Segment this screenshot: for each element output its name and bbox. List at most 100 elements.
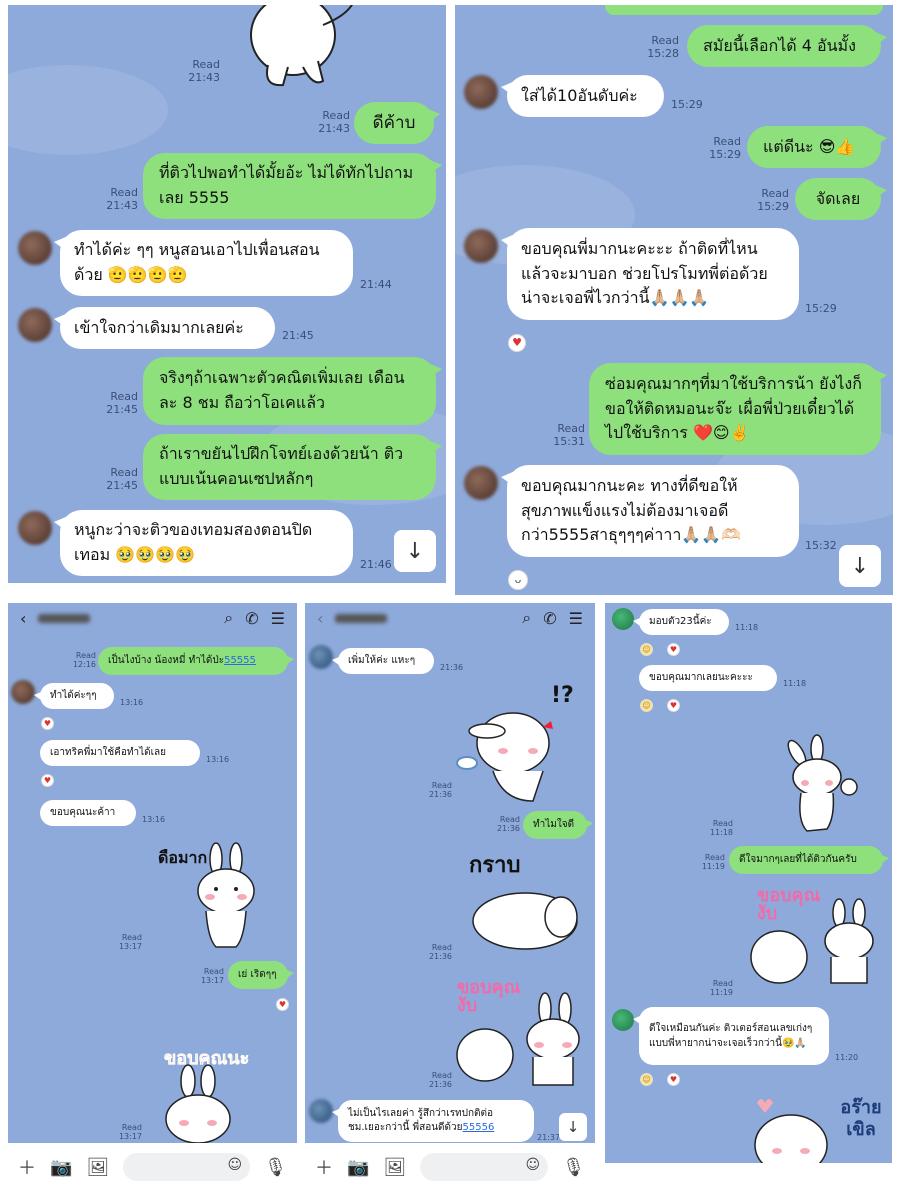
message-bubble-sent[interactable]: จริงๆถ้าเฉพาะตัวคณิตเพิ่มเลย เดือนละ 8 ช…	[143, 357, 442, 425]
camera-icon[interactable]: 📷	[347, 1157, 369, 1178]
reaction-love-icon[interactable]: ♥	[41, 774, 54, 787]
read-receipt: Read 13:17	[118, 1123, 142, 1142]
contact-avatar[interactable]	[612, 1009, 634, 1031]
read-receipt: Read 21:36	[428, 781, 452, 800]
message-link[interactable]: 55556	[463, 1122, 495, 1133]
bunny-sticker[interactable]	[777, 731, 863, 835]
reaction-love-icon[interactable]: ♥	[667, 699, 680, 712]
message-bubble-received[interactable]: ขอบคุณนะค้าา	[40, 800, 136, 826]
search-icon[interactable]: ⌕	[224, 608, 233, 628]
chat-header: ‹ ⌕ ✆ ☰	[305, 603, 595, 633]
plus-icon[interactable]: ＋	[18, 1154, 36, 1180]
microphone-icon[interactable]: 🎙	[562, 1157, 585, 1178]
contact-avatar[interactable]	[464, 75, 498, 109]
message-bubble-sent[interactable]: ทำไมใจดี	[523, 811, 593, 839]
bunny-sticker[interactable]	[745, 895, 879, 987]
message-input[interactable]: ☺	[123, 1153, 251, 1181]
read-receipt: Read 15:29	[757, 187, 789, 213]
arrow-down-icon: ↓	[850, 553, 870, 579]
message-bubble-received[interactable]: เอาทริคพี่มาใช้คือทำได้เลย	[40, 740, 200, 766]
message-bubble-sent[interactable]: แต่ดีนะ 😎👍	[747, 126, 887, 168]
scroll-down-button[interactable]: ↓	[559, 1113, 587, 1141]
microphone-icon[interactable]: 🎙	[264, 1157, 287, 1178]
chat-screenshot-1: Read 21:43 Read 21:43 ดีค้าบ Read 21:43 ที่…	[8, 5, 446, 583]
message-bubble-sent[interactable]: เย่ เริดๆๆ	[228, 961, 294, 989]
message-bubble-received[interactable]: ทำได้ค่ะๆๆ	[34, 683, 114, 709]
search-icon[interactable]: ⌕	[522, 608, 531, 628]
bunny-sticker[interactable]	[158, 1063, 248, 1143]
message-bubble-received[interactable]: ไม่เป็นไรเลยค่า รู้สึกว่าเรทปกติต่อชม.เย…	[332, 1100, 534, 1142]
reaction-love-icon[interactable]: ♥	[667, 1073, 680, 1086]
contact-avatar[interactable]	[309, 645, 333, 669]
reaction-love-icon[interactable]: ♥	[41, 717, 54, 730]
message-bubble-received[interactable]: ขอบคุณพี่มากนะคะะะ ถ้าติดที่ไหนแล้วจะมาบ…	[501, 228, 799, 320]
bunny-sticker[interactable]	[745, 1095, 835, 1163]
reaction-love-icon[interactable]: ♥	[508, 334, 526, 352]
message-bubble-sent[interactable]: จัดเลย	[795, 178, 887, 220]
contact-avatar[interactable]	[464, 229, 498, 263]
contact-avatar[interactable]	[11, 680, 35, 704]
contact-avatar[interactable]	[18, 511, 52, 545]
message-input[interactable]: ☺	[420, 1153, 549, 1181]
message-bubble-received[interactable]: ขอบคุณมากนะคะ ทางที่ดีขอให้สุขภาพแข็งแรง…	[501, 465, 799, 557]
read-receipt: Read 21:45	[106, 390, 138, 416]
message-bubble-sent[interactable]: เป็นไงบ้าง น้องหมี่ ทำได้ป่ะ 55555	[98, 647, 294, 675]
bunny-sticker[interactable]	[186, 839, 266, 951]
read-receipt: Read 15:29	[709, 135, 741, 161]
phone-icon[interactable]: ✆	[543, 609, 556, 628]
read-receipt: Read 12:16	[72, 651, 96, 670]
scroll-down-button[interactable]: ↓	[394, 530, 436, 572]
image-icon[interactable]: 🖼	[383, 1157, 406, 1178]
scroll-down-button[interactable]: ↓	[839, 545, 881, 587]
contact-avatar[interactable]	[309, 1099, 333, 1123]
back-arrow-icon[interactable]: ‹	[317, 609, 323, 628]
message-bubble-received[interactable]: ทำได้ค่ะ ๆๆ หนูสอนเอาไปเพื่อนสอนด้วย 🫡🫡🫡…	[54, 230, 353, 296]
reaction-bunny-icon[interactable]: ᴗ	[508, 570, 528, 590]
message-bubble-received[interactable]: ขอบคุณมากเลยนะคะะะ	[639, 665, 777, 691]
bunny-sticker[interactable]	[228, 5, 358, 90]
message-time: 21:46	[360, 558, 392, 571]
message-bubble-sent[interactable]: ดีใจมากๆเลยที่ได้ติวกันครับ	[729, 846, 889, 874]
message-bubble-sent[interactable]: ที่ติวไปพอทำได้มั้ยอ้ะ ไม่ได้ทักไปถามเลย…	[143, 153, 442, 219]
read-receipt: Read 13:17	[118, 933, 142, 952]
plus-icon[interactable]: ＋	[315, 1154, 333, 1180]
image-icon[interactable]: 🖼	[86, 1157, 109, 1178]
back-arrow-icon[interactable]: ‹	[20, 609, 26, 628]
message-bubble-sent[interactable]: ซ่อมคุณมากๆที่มาใช้บริการน้า ยังไงก็ขอให…	[589, 363, 887, 455]
message-time: 13:16	[120, 698, 144, 707]
contact-avatar[interactable]	[18, 231, 52, 265]
contact-name-blurred[interactable]	[38, 613, 91, 623]
message-bubble-sent-partial[interactable]	[605, 5, 883, 15]
contact-avatar[interactable]	[18, 308, 52, 342]
reaction-smile-icon[interactable]: ☺	[640, 699, 653, 712]
contact-name-blurred[interactable]	[335, 613, 388, 623]
menu-icon[interactable]: ☰	[569, 609, 583, 628]
read-receipt: Read 15:31	[553, 422, 585, 448]
message-bubble-received[interactable]: เข้าใจกว่าเดิมมากเลยค่ะ	[54, 307, 275, 349]
phone-icon[interactable]: ✆	[245, 609, 258, 628]
camera-icon[interactable]: 📷	[50, 1157, 72, 1178]
message-bubble-received[interactable]: มอบตัว23นี้ค่ะ	[633, 609, 729, 635]
bunny-sticker[interactable]	[465, 879, 585, 951]
message-bubble-received[interactable]: ใส่ได้10อันดับค่ะ	[501, 75, 664, 117]
message-bubble-received[interactable]: หนูกะว่าจะติวของเทอมสองตอนปิดเทอม 🥹🥹🥹🥹	[54, 510, 353, 576]
emoji-icon[interactable]: ☺	[526, 1157, 541, 1173]
emoji-icon[interactable]: ☺	[228, 1157, 243, 1173]
sticker-caption: อร๊าย เขิล	[840, 1097, 882, 1140]
message-bubble-sent[interactable]: สมัยนี้เลือกได้ 4 อันมั้ง	[687, 25, 887, 67]
bunny-sticker[interactable]	[453, 701, 563, 805]
message-bubble-received[interactable]: เพิ่มให้ค่ะ แหะๆ	[332, 648, 434, 674]
message-bubble-received[interactable]: ดีใจเหมือนกันค่ะ ติวเตอร์สอนเลขเก่งๆแบบพ…	[633, 1007, 829, 1065]
chat-screenshot-2: Read 15:28 สมัยนี้เลือกได้ 4 อันมั้ง ใส่ไ…	[455, 5, 893, 595]
message-bubble-sent[interactable]: ดีค้าบ	[354, 102, 440, 144]
reaction-love-icon[interactable]: ♥	[276, 998, 289, 1011]
message-link[interactable]: 55555	[224, 653, 256, 669]
reaction-love-icon[interactable]: ♥	[667, 643, 680, 656]
reaction-smile-icon[interactable]: ☺	[640, 1073, 653, 1086]
message-bubble-sent[interactable]: ถ้าเราขยันไปฝึกโจทย์เองด้วยน้า ติวแบบเน้…	[143, 434, 442, 500]
reaction-smile-icon[interactable]: ☺	[640, 643, 653, 656]
contact-avatar[interactable]	[464, 466, 498, 500]
bunny-sticker[interactable]	[453, 989, 583, 1089]
contact-avatar[interactable]	[612, 608, 634, 630]
menu-icon[interactable]: ☰	[271, 609, 285, 628]
